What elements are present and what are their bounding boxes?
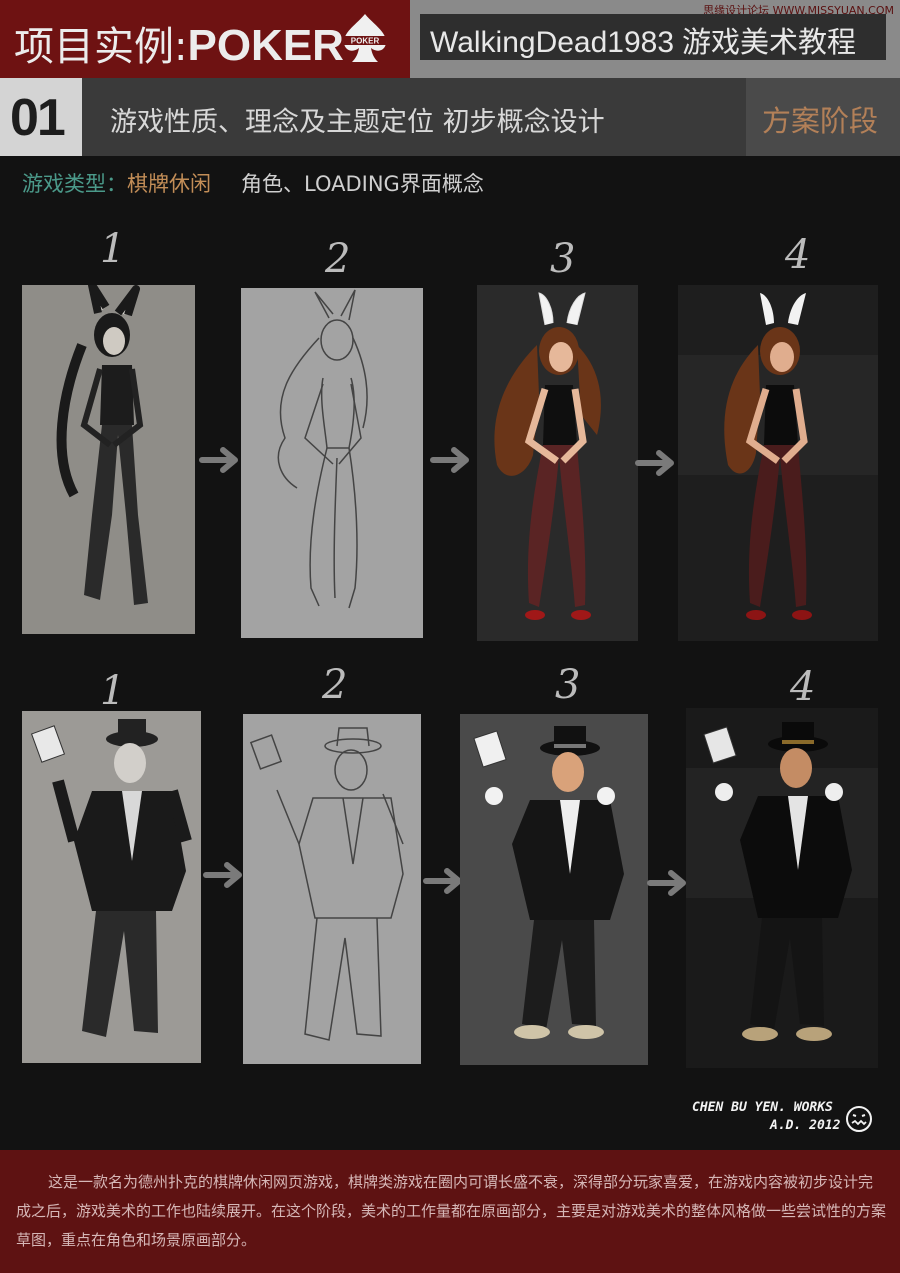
gambler-final-panel [686,708,878,1068]
arrow-right-icon [647,870,686,896]
header-bar: 项目实例:POKER POKER 思缘设计论坛 WWW.MISSYUAN.COM… [0,0,900,78]
gambler-color-render [460,714,648,1065]
step-number: 4 [790,664,816,710]
bunny-lineart-panel [241,288,423,638]
brand-cn: 游戏美术教程 [682,25,857,59]
game-type-label: 游戏类型： [22,172,127,196]
arrow-right-icon [423,868,462,894]
spade-logo-icon: POKER [343,14,387,62]
bunny-color-panel [477,285,638,641]
gambler-line-art [243,714,421,1064]
bunny-rough-sketch [22,285,195,634]
game-type-line: 游戏类型：棋牌休闲 角色、LOADING界面概念 [22,168,484,198]
page-title: 项目实例:POKER [14,14,344,72]
arrow-right-icon [199,447,238,473]
stage-title: 游戏性质、理念及主题定位 初步概念设计 [110,107,605,138]
signature-line1: CHEN BU YEN. WORKS [692,1100,833,1115]
gambler-color-panel [460,714,648,1065]
brand-box: WalkingDead1983 游戏美术教程 [420,14,886,60]
logo-text: POKER [351,37,380,46]
bunny-line-art [241,288,423,638]
phase-label: 方案阶段 [762,104,879,138]
artist-signature: CHEN BU YEN. WORKS A.D. 2012 [692,1100,882,1144]
step-number: 3 [550,236,576,282]
title-prefix: 项目实例: [14,24,188,70]
step-number: 2 [322,662,348,708]
step-number: 1 [100,226,126,272]
signature-line2: A.D. 2012 [770,1118,841,1133]
gambler-final-render [686,708,878,1068]
concept-desc: 角色、LOADING界面概念 [241,172,484,196]
bunny-sketch-panel [22,285,195,634]
step-number: 3 [555,662,581,708]
brand-name: WalkingDead1983 [430,26,675,59]
footer-description: 这是一款名为德州扑克的棋牌休闲网页游戏，棋牌类游戏在圈内可谓长盛不衰，深得部分玩… [16,1173,887,1249]
step-number: 1 [100,668,126,714]
arrow-right-icon [635,450,674,476]
title-brand: POKER [187,21,344,70]
stage-number-box: 01 [0,78,82,156]
phase-box: 方案阶段 [746,78,900,156]
gambler-rough-sketch [22,711,201,1063]
arrow-right-icon [430,447,469,473]
title-block: 项目实例:POKER POKER [0,0,410,78]
bunny-final-render [678,285,878,641]
footer-panel: 这是一款名为德州扑克的棋牌休闲网页游戏，棋牌类游戏在圈内可谓长盛不衰，深得部分玩… [0,1150,900,1273]
brand-label: WalkingDead1983 游戏美术教程 [430,19,856,61]
arrow-right-icon [203,862,242,888]
smiley-face-icon [846,1106,872,1132]
game-type-value: 棋牌休闲 [127,172,211,196]
gambler-lineart-panel [243,714,421,1064]
bunny-final-panel [678,285,878,641]
step-number: 2 [325,236,351,282]
stage-bar: 01 游戏性质、理念及主题定位 初步概念设计 方案阶段 [0,78,900,156]
bunny-color-render [477,285,638,641]
step-number: 4 [785,232,811,278]
stage-number: 01 [10,89,66,147]
gambler-sketch-panel [22,711,201,1063]
